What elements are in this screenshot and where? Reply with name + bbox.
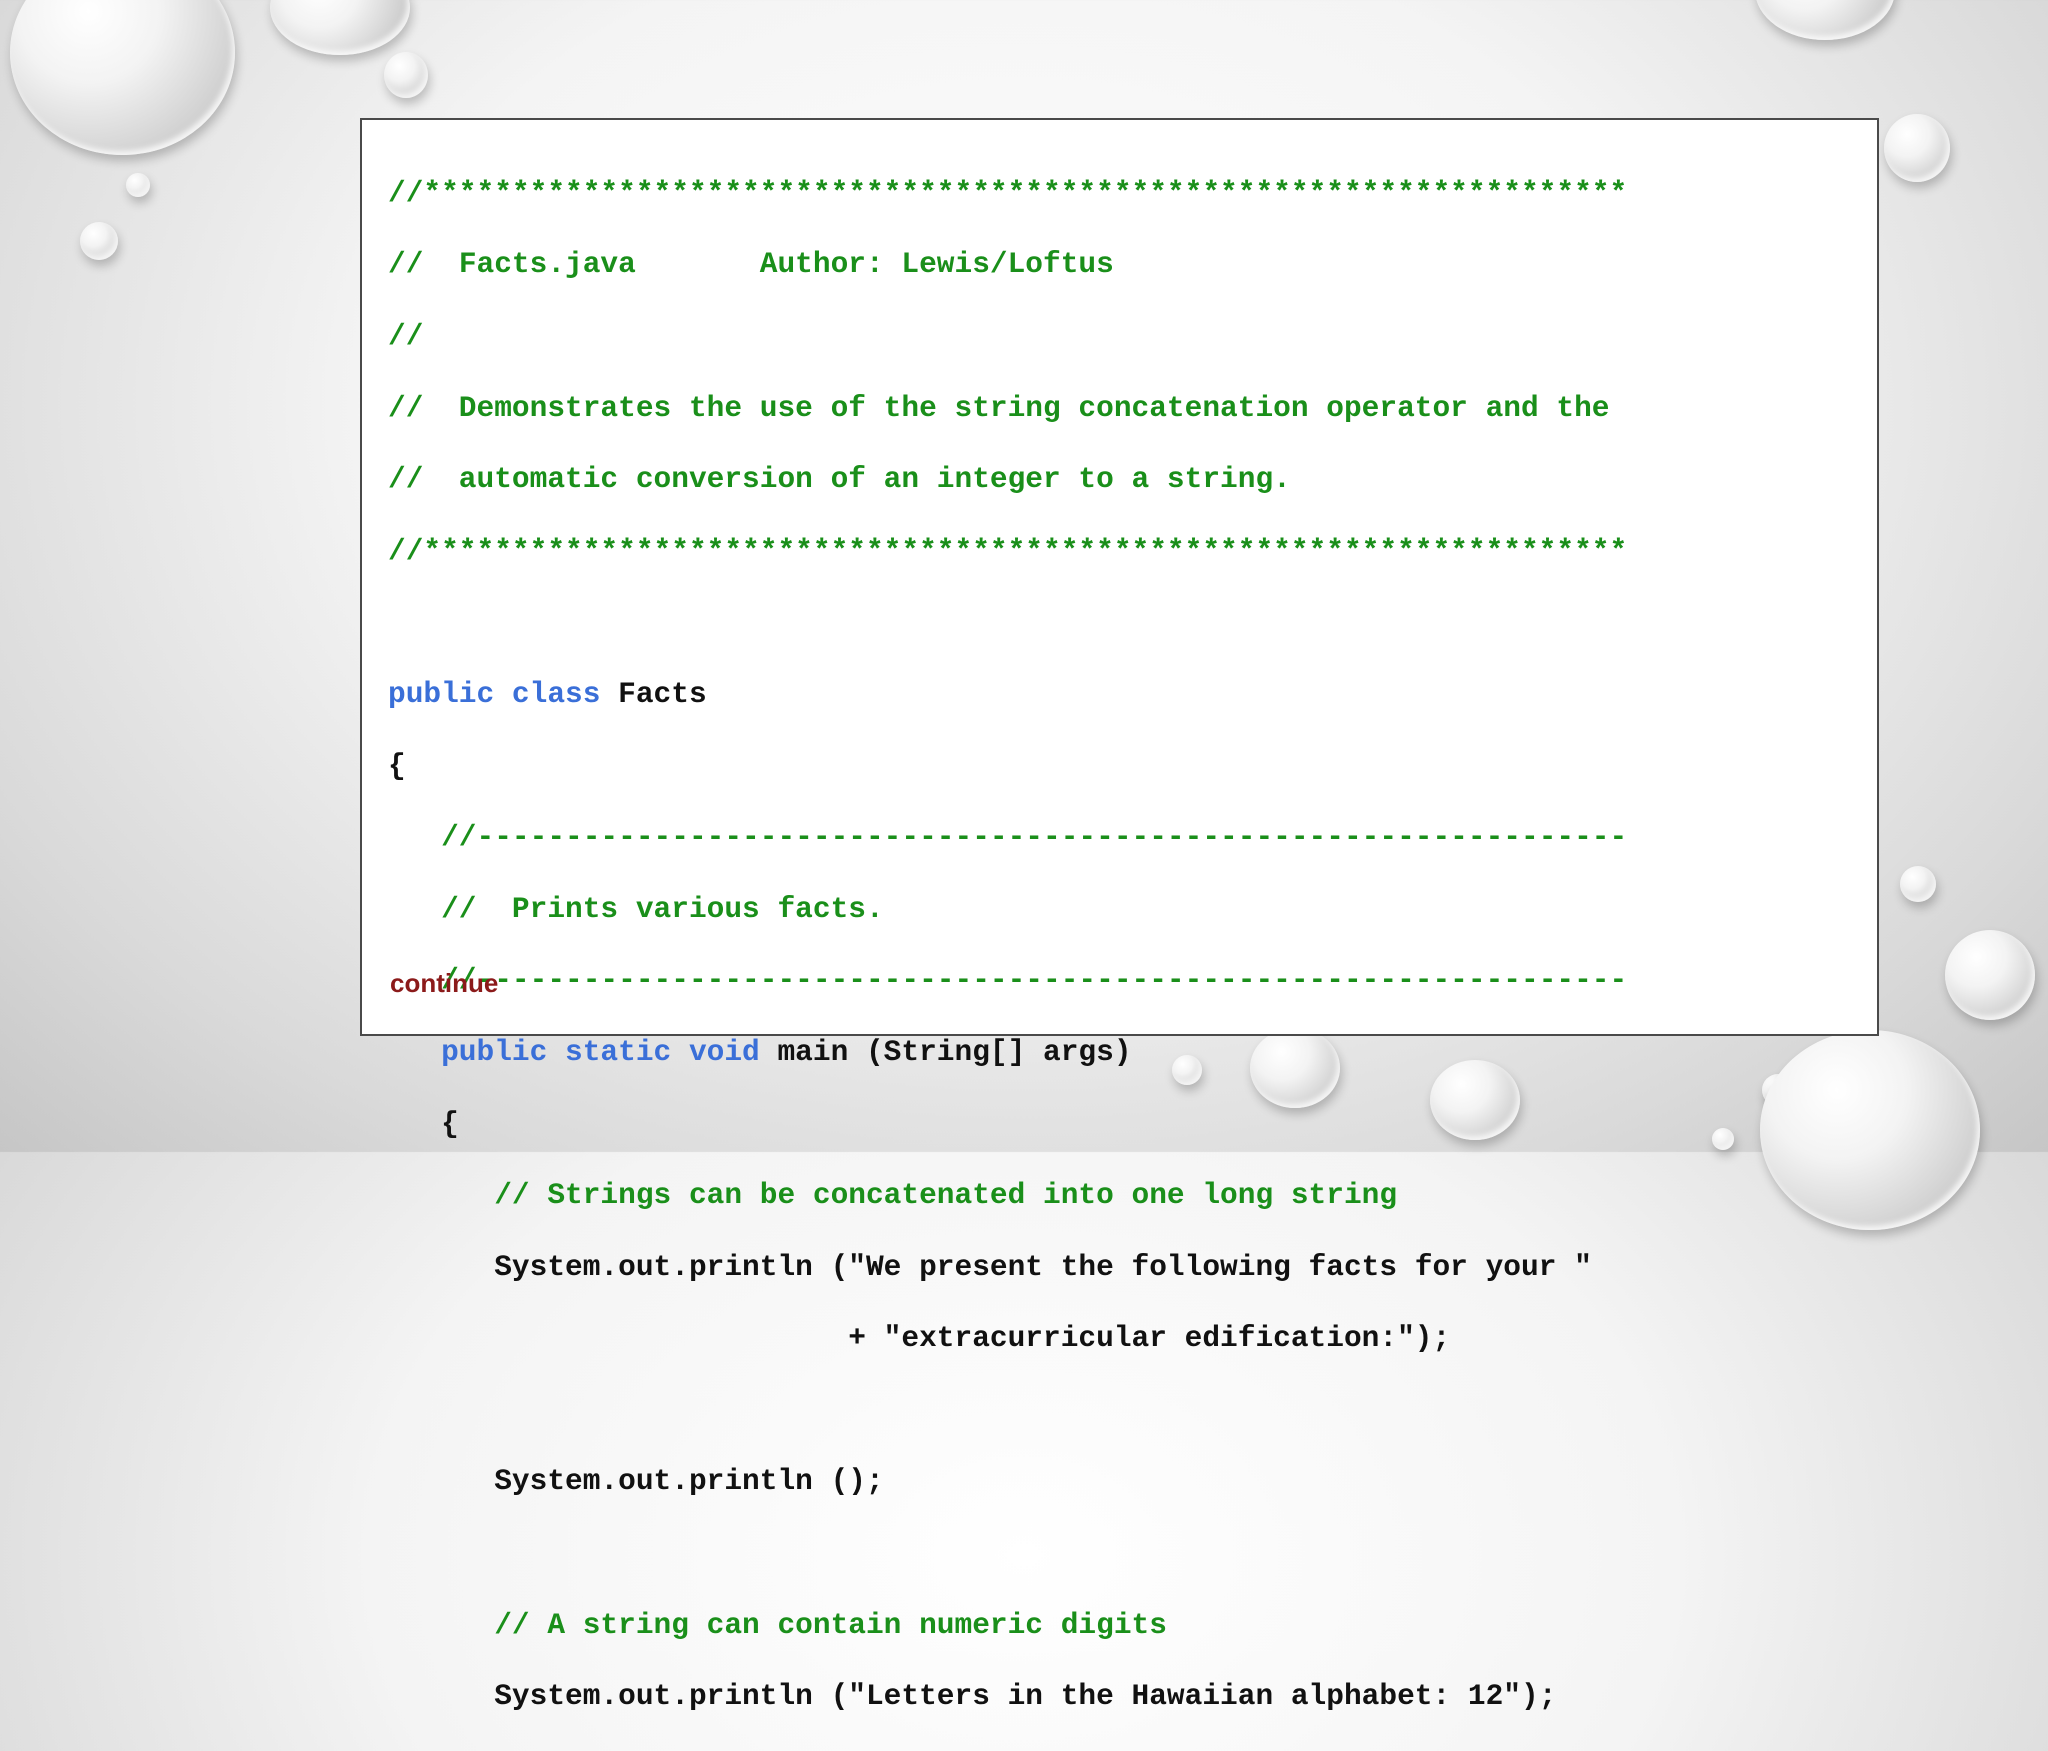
- water-droplet-decoration: [1760, 1030, 1980, 1230]
- code-line: {: [441, 1106, 459, 1141]
- code-line: // Strings can be concatenated into one …: [388, 1178, 1627, 1214]
- keyword: class: [511, 676, 601, 711]
- water-droplet-decoration: [126, 173, 150, 197]
- code-line: {: [388, 748, 406, 783]
- method-signature: main (String[] args): [777, 1034, 1132, 1069]
- file-name: Facts.java: [458, 247, 636, 282]
- class-name: Facts: [618, 676, 707, 711]
- println-statement: System.out.println ("Letters in the Hawa…: [494, 1679, 1557, 1714]
- separator-comment: //--------------------------------------…: [441, 963, 1628, 998]
- method-comment: // Prints various facts.: [441, 891, 884, 926]
- println-statement: System.out.println ("We present the foll…: [494, 1249, 1592, 1284]
- banner-comment: //**************************************…: [388, 175, 1628, 210]
- code-line: // Demonstrates the use of the string co…: [388, 391, 1627, 427]
- water-droplet-decoration: [1755, 0, 1895, 40]
- code-line: // Facts.java Author: Lewis/Loftus: [388, 247, 1114, 282]
- separator-comment: //--------------------------------------…: [441, 820, 1628, 855]
- water-droplet-decoration: [1712, 1128, 1734, 1150]
- code-line: //**************************************…: [388, 176, 1627, 212]
- code-line: System.out.println ("We present the foll…: [388, 1250, 1627, 1286]
- code-line: public static void main (String[] args): [388, 1035, 1627, 1071]
- code-line: // Prints various facts.: [388, 892, 1627, 928]
- keyword: void: [688, 1034, 760, 1069]
- keyword: public: [388, 676, 495, 711]
- println-statement: System.out.println ();: [494, 1464, 884, 1499]
- water-droplet-decoration: [270, 0, 410, 55]
- code-line: //: [388, 318, 424, 353]
- code-line: System.out.println ();: [388, 1464, 1627, 1500]
- code-line: // A string can contain numeric digits: [388, 1608, 1627, 1644]
- description-comment: // Demonstrates the use of the string co…: [388, 390, 1610, 425]
- println-continuation: + "extracurricular edification:");: [848, 1321, 1451, 1356]
- water-droplet-decoration: [1945, 930, 2035, 1020]
- code-line: // automatic conversion of an integer to…: [388, 462, 1627, 498]
- keyword: static: [565, 1034, 672, 1069]
- continue-label: continue: [390, 968, 499, 998]
- water-droplet-decoration: [80, 222, 118, 260]
- water-droplet-decoration: [1884, 114, 1950, 182]
- description-comment: // automatic conversion of an integer to…: [388, 462, 1291, 497]
- code-line: + "extracurricular edification:");: [388, 1321, 1627, 1357]
- water-droplet-decoration: [1900, 866, 1936, 902]
- banner-comment: //**************************************…: [388, 533, 1628, 568]
- water-droplet-decoration: [10, 0, 235, 155]
- code-line: //--------------------------------------…: [388, 963, 1627, 999]
- inline-comment: // Strings can be concatenated into one …: [494, 1178, 1398, 1213]
- keyword: public: [441, 1034, 548, 1069]
- code-listing: //**************************************…: [388, 140, 1627, 1751]
- water-droplet-decoration: [384, 52, 428, 98]
- code-line: //--------------------------------------…: [388, 820, 1627, 856]
- code-line: //**************************************…: [388, 534, 1627, 570]
- author-credit: Author: Lewis/Loftus: [759, 247, 1114, 282]
- code-line: public class Facts: [388, 677, 1627, 713]
- inline-comment: // A string can contain numeric digits: [494, 1607, 1167, 1642]
- code-line: System.out.println ("Letters in the Hawa…: [388, 1679, 1627, 1715]
